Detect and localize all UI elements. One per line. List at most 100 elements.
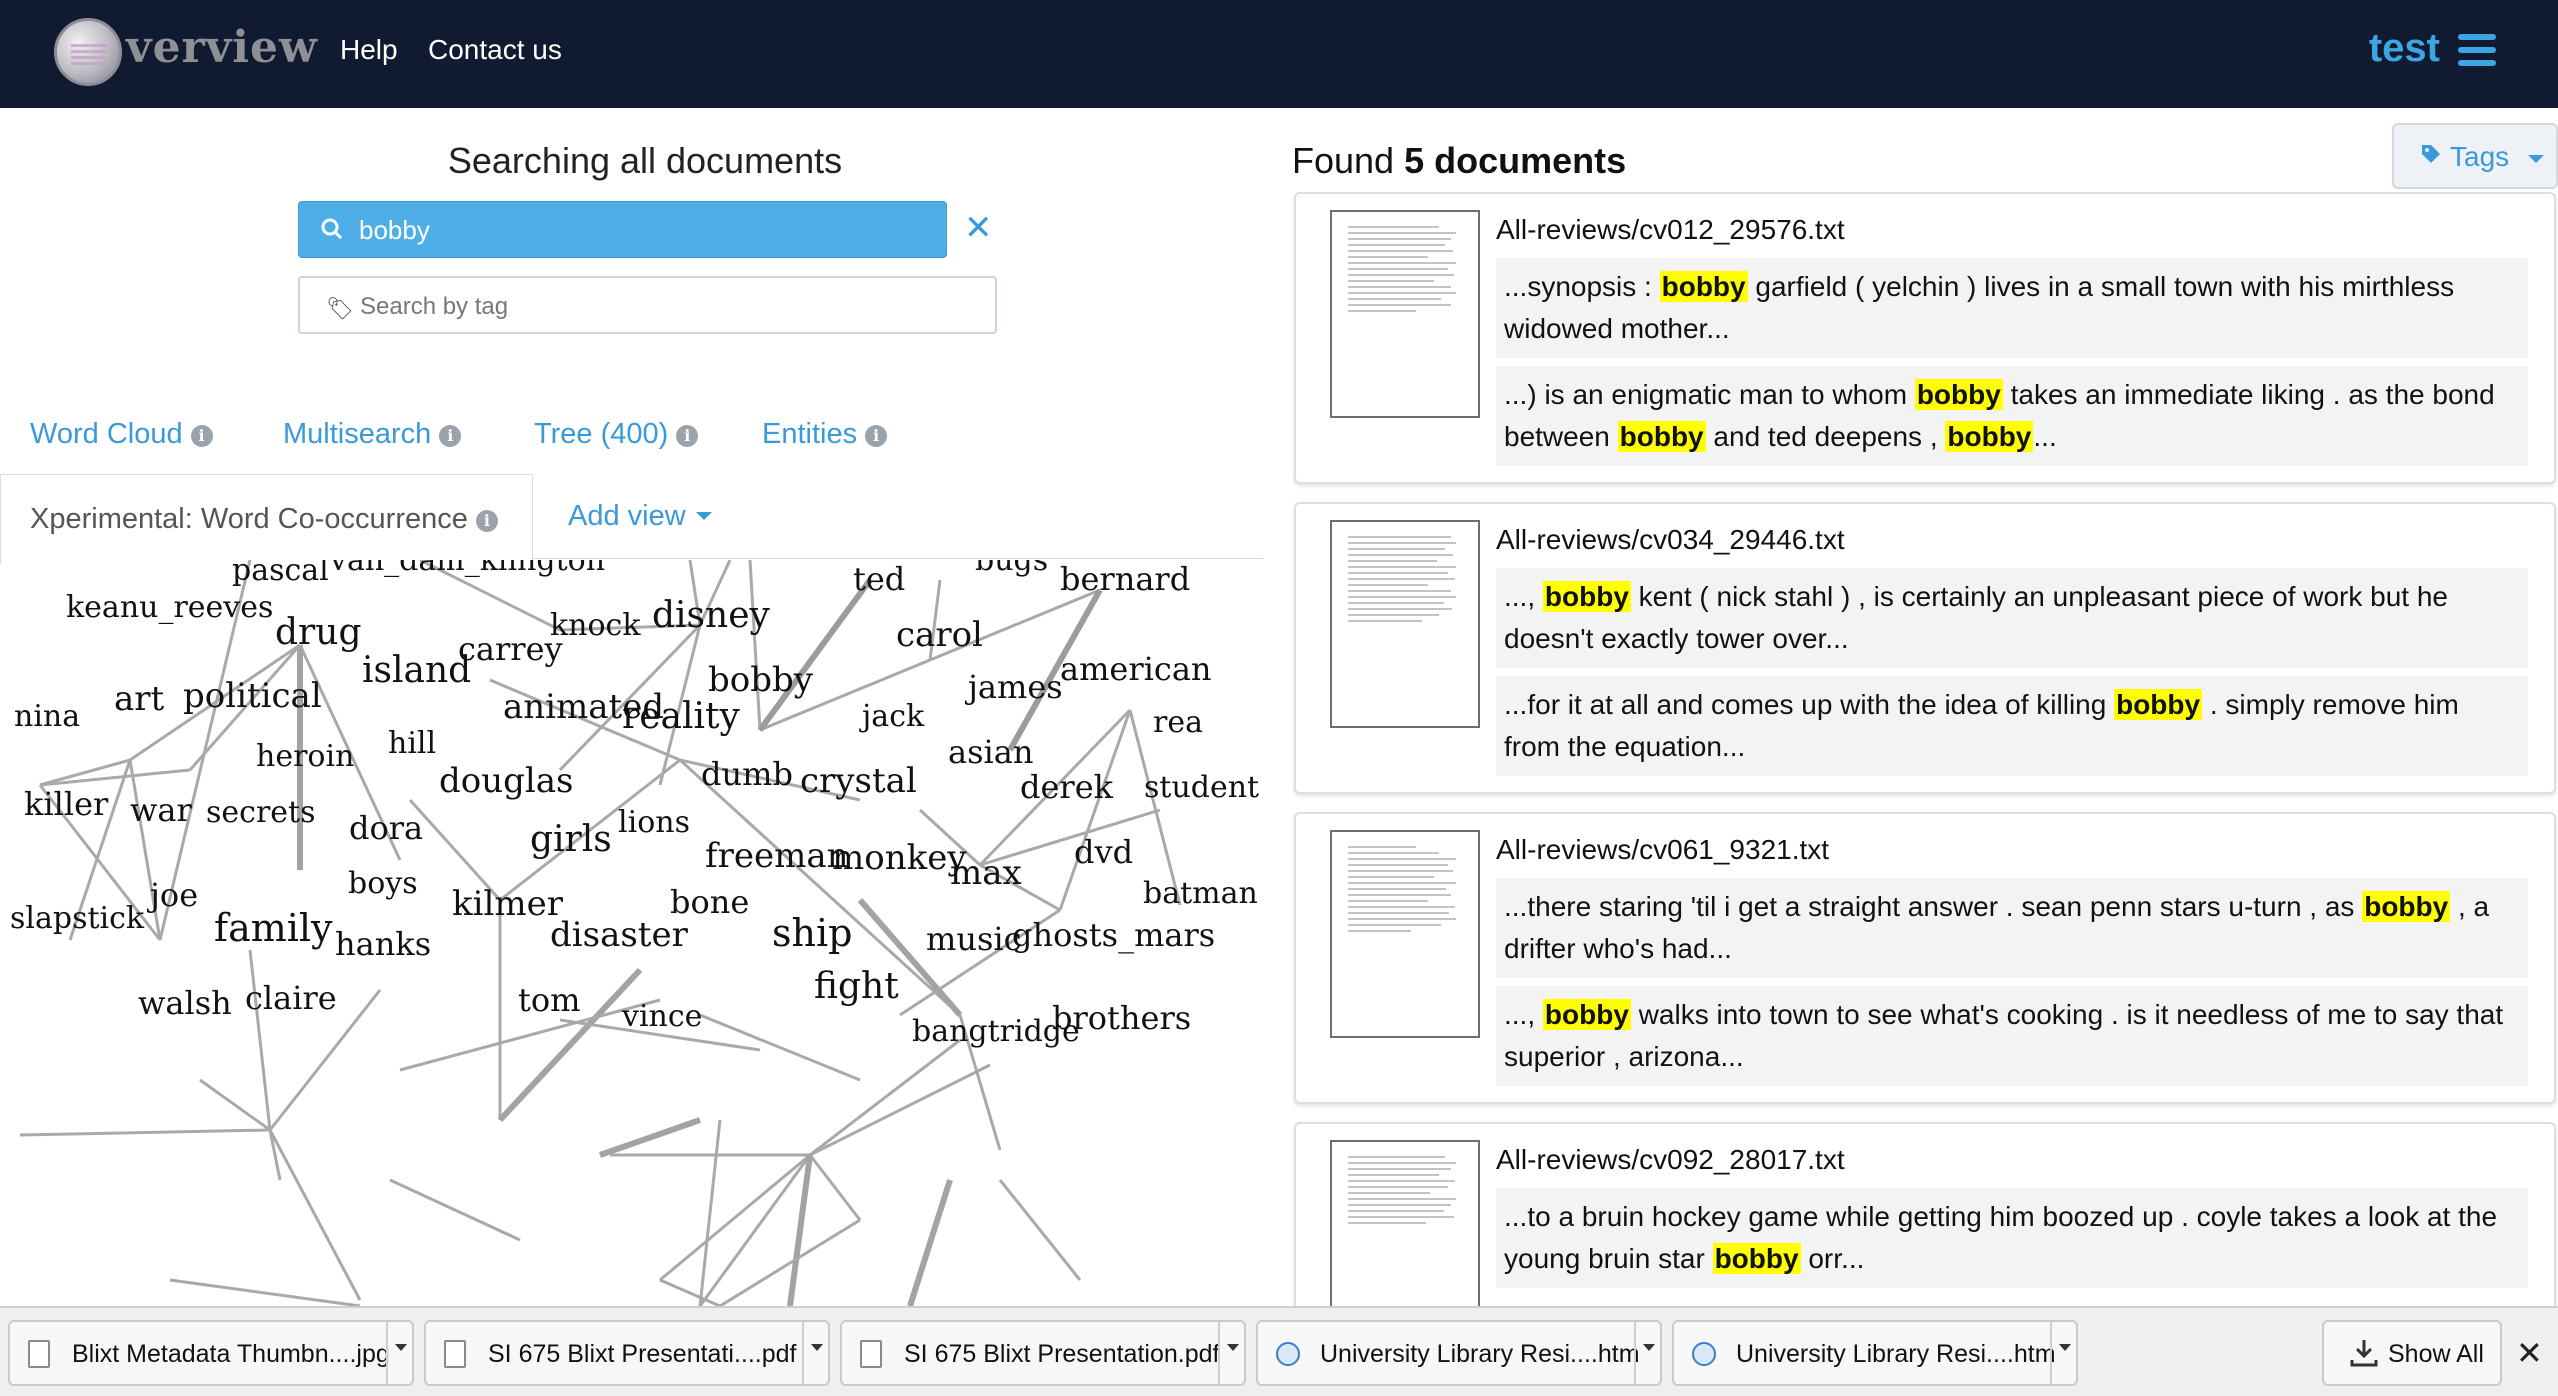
- download-item[interactable]: University Library Resi....htm: [1256, 1320, 1662, 1386]
- word-node[interactable]: tom: [518, 981, 580, 1019]
- add-view-dropdown[interactable]: Add view: [568, 500, 712, 533]
- word-node[interactable]: bernard: [1060, 560, 1190, 598]
- download-item[interactable]: SI 675 Blixt Presentati....pdf: [424, 1320, 830, 1386]
- word-node[interactable]: lions: [618, 805, 690, 840]
- word-node[interactable]: ted: [853, 560, 905, 598]
- tags-dropdown-button[interactable]: Tags: [2392, 123, 2558, 189]
- document-thumbnail[interactable]: [1330, 1140, 1480, 1306]
- overview-logo[interactable]: verview: [54, 16, 317, 86]
- results-list[interactable]: All-reviews/cv012_29576.txt ...synopsis …: [1292, 192, 2558, 1306]
- word-node[interactable]: batman: [1143, 876, 1258, 911]
- document-card[interactable]: All-reviews/cv092_28017.txt ...to a brui…: [1294, 1122, 2556, 1306]
- word-cooccurrence-graph[interactable]: pascal van_dam_klington ted bugs bernard…: [0, 560, 1264, 1306]
- word-node[interactable]: pascal: [232, 560, 329, 588]
- info-icon[interactable]: i: [865, 425, 888, 447]
- word-node[interactable]: reality: [622, 696, 740, 737]
- word-node[interactable]: killer: [24, 785, 109, 823]
- document-thumbnail[interactable]: [1330, 830, 1480, 1038]
- word-node[interactable]: joe: [146, 876, 198, 914]
- word-node[interactable]: ghosts_mars: [1012, 916, 1215, 954]
- word-node[interactable]: bugs: [975, 560, 1048, 578]
- download-item[interactable]: Blixt Metadata Thumbn....jpg: [8, 1320, 414, 1386]
- document-thumbnail[interactable]: [1330, 520, 1480, 728]
- info-icon[interactable]: i: [439, 425, 462, 447]
- document-card[interactable]: All-reviews/cv061_9321.txt ...there star…: [1294, 812, 2556, 1104]
- help-link[interactable]: Help: [340, 34, 398, 66]
- word-node[interactable]: nina: [14, 699, 80, 734]
- word-node[interactable]: dvd: [1074, 833, 1133, 871]
- word-node[interactable]: crystal: [800, 761, 917, 801]
- word-node[interactable]: dora: [349, 809, 423, 847]
- word-node[interactable]: derek: [1020, 768, 1114, 806]
- word-node[interactable]: jack: [859, 699, 925, 734]
- word-node[interactable]: monkey: [832, 838, 967, 878]
- word-node[interactable]: girls: [530, 819, 612, 860]
- word-node[interactable]: island: [362, 650, 471, 691]
- word-node[interactable]: douglas: [439, 761, 574, 801]
- word-node[interactable]: hill: [388, 726, 436, 761]
- document-card[interactable]: All-reviews/cv012_29576.txt ...synopsis …: [1294, 192, 2556, 484]
- document-title[interactable]: All-reviews/cv092_28017.txt: [1496, 1144, 1845, 1176]
- word-node[interactable]: vince: [621, 999, 702, 1034]
- word-node[interactable]: freeman: [705, 836, 849, 876]
- chevron-down-icon[interactable]: [2050, 1322, 2076, 1384]
- hamburger-menu-icon[interactable]: [2458, 34, 2496, 66]
- user-menu-name[interactable]: test: [2369, 26, 2440, 71]
- cooccurrence-svg[interactable]: pascal van_dam_klington ted bugs bernard…: [0, 560, 1264, 1306]
- word-node[interactable]: knock: [550, 608, 641, 643]
- word-node[interactable]: dumb: [701, 755, 793, 793]
- word-node[interactable]: family: [214, 906, 333, 950]
- word-node[interactable]: asian: [948, 733, 1033, 771]
- chevron-down-icon[interactable]: [1634, 1322, 1660, 1384]
- close-icon[interactable]: ✕: [2516, 1334, 2543, 1372]
- chevron-down-icon[interactable]: [386, 1322, 412, 1384]
- word-node[interactable]: kilmer: [452, 884, 564, 924]
- word-node[interactable]: heroin: [256, 739, 354, 774]
- word-node[interactable]: walsh: [138, 984, 232, 1022]
- word-node[interactable]: carol: [896, 615, 983, 655]
- tab-tree[interactable]: Tree (400) i: [534, 418, 699, 451]
- contact-us-link[interactable]: Contact us: [428, 34, 562, 66]
- show-all-downloads-button[interactable]: Show All: [2322, 1320, 2502, 1386]
- chevron-down-icon[interactable]: [1218, 1322, 1244, 1384]
- document-title[interactable]: All-reviews/cv034_29446.txt: [1496, 524, 1845, 556]
- word-node[interactable]: carrey: [458, 630, 563, 668]
- word-node[interactable]: political: [183, 676, 322, 716]
- download-item[interactable]: University Library Resi....htm: [1672, 1320, 2078, 1386]
- word-node[interactable]: art: [114, 679, 165, 719]
- tab-word-cloud[interactable]: Word Cloud i: [30, 418, 213, 451]
- document-card[interactable]: All-reviews/cv034_29446.txt ..., bobby k…: [1294, 502, 2556, 794]
- word-node[interactable]: rea: [1153, 705, 1203, 740]
- word-node[interactable]: secrets: [206, 795, 316, 830]
- word-node[interactable]: music: [926, 920, 1022, 958]
- word-node[interactable]: james: [964, 668, 1063, 706]
- tag-search-box[interactable]: 🏷: [298, 276, 997, 334]
- tab-multisearch[interactable]: Multisearch i: [283, 418, 462, 451]
- word-node[interactable]: max: [950, 853, 1022, 893]
- info-icon[interactable]: i: [190, 425, 213, 447]
- document-title[interactable]: All-reviews/cv061_9321.txt: [1496, 834, 1829, 866]
- download-item[interactable]: SI 675 Blixt Presentation.pdf: [840, 1320, 1246, 1386]
- word-node[interactable]: bobby: [708, 660, 814, 700]
- tab-entities[interactable]: Entities i: [762, 418, 888, 451]
- search-box[interactable]: [298, 201, 947, 258]
- word-node[interactable]: american: [1060, 650, 1212, 688]
- word-node[interactable]: fight: [814, 966, 899, 1007]
- info-icon[interactable]: i: [676, 425, 699, 447]
- clear-search-icon[interactable]: ✕: [964, 208, 993, 248]
- document-thumbnail[interactable]: [1330, 210, 1480, 418]
- word-node[interactable]: boys: [348, 866, 418, 901]
- document-title[interactable]: All-reviews/cv012_29576.txt: [1496, 214, 1845, 246]
- word-node[interactable]: war: [130, 791, 192, 829]
- word-node[interactable]: hanks: [335, 925, 431, 963]
- word-node[interactable]: claire: [245, 979, 337, 1017]
- word-node[interactable]: student: [1144, 770, 1259, 805]
- tag-search-input[interactable]: [360, 290, 960, 324]
- word-node[interactable]: disney: [652, 595, 771, 636]
- word-node[interactable]: slapstick: [10, 901, 145, 936]
- word-node[interactable]: keanu_reeves: [66, 590, 273, 625]
- word-node[interactable]: ship: [772, 911, 852, 955]
- word-node[interactable]: drug: [275, 612, 361, 653]
- tab-word-cooccurrence[interactable]: Xperimental: Word Co-occurrence i: [0, 474, 533, 564]
- word-node[interactable]: bangtridge: [912, 1014, 1080, 1049]
